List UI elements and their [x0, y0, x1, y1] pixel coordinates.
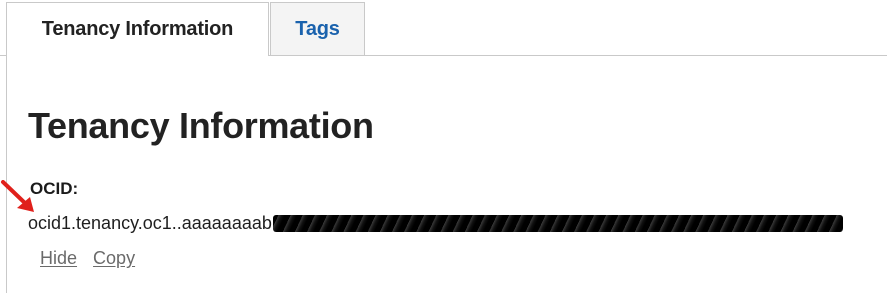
- copy-ocid-link[interactable]: Copy: [93, 248, 135, 268]
- red-arrow-icon: [1, 180, 34, 212]
- tab-label: Tenancy Information: [41, 18, 234, 40]
- ocid-actions: Hide Copy: [40, 248, 146, 269]
- tenancy-details-page: Tenancy Information Tags Tenancy Informa…: [0, 0, 887, 293]
- tab-bar: Tenancy Information Tags: [0, 0, 887, 56]
- hide-ocid-link[interactable]: Hide: [40, 248, 77, 268]
- tab-label: Tags: [295, 17, 340, 40]
- tenancy-information-panel: Tenancy Information OCID: ocid1.tenancy.…: [6, 55, 887, 293]
- tab-tags[interactable]: Tags: [270, 2, 365, 55]
- ocid-value: ocid1.tenancy.oc1..aaaaaaaab: [28, 213, 272, 233]
- tab-tenancy-information[interactable]: Tenancy Information: [6, 2, 269, 56]
- redaction-scribble: [272, 215, 843, 232]
- page-title: Tenancy Information: [28, 105, 374, 146]
- ocid-value-row: ocid1.tenancy.oc1..aaaaaaaab: [28, 213, 887, 239]
